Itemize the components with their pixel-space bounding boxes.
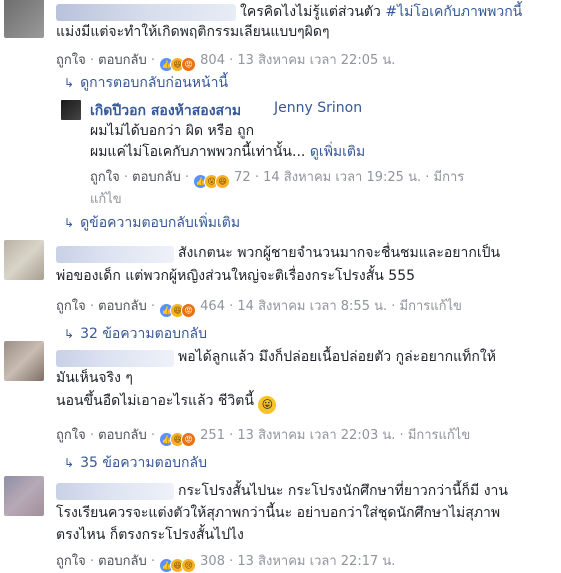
view-more-replies[interactable]: ↳ ดูข้อความตอบกลับเพิ่มเติม <box>64 212 240 234</box>
timestamp[interactable]: 13 สิงหาคม เวลา 22:17 น. <box>237 554 395 569</box>
reactions[interactable]: 👍 😆 😡 <box>159 431 197 447</box>
reaction-count[interactable]: 804 <box>200 53 225 68</box>
timestamp[interactable]: 13 สิงหาคม เวลา 22:03 น. <box>237 428 395 443</box>
like-link[interactable]: ถูกใจ <box>90 170 120 185</box>
comment-actions: ถูกใจ · ตอบกลับ · 👍 😆 😡 251 · 13 สิงหาคม เว… <box>56 424 470 447</box>
view-replies[interactable]: ↳ 35 ข้อความตอบกลับ <box>64 452 207 474</box>
comment-text-line: มันเห็นจริง ๆ <box>56 370 133 386</box>
comment-text: ใครคิดไงไม่รู้แต่ส่วนตัว #ไม่โอเคกับภาพพ… <box>240 4 523 20</box>
comment-text-line: สังเกตนะ พวกผู้ชายจำนวนมากจะชื่นชมและอยา… <box>178 245 501 261</box>
reply-link[interactable]: ตอบกลับ <box>98 554 147 569</box>
reply-link[interactable]: ตอบกลับ <box>132 170 181 185</box>
reply-text-line: ผมแค่ไม่โอเคกับภาพพวกนี้เท่านั้น... ดูเพ… <box>90 144 366 160</box>
edited-label[interactable]: มีการแก้ไข <box>408 428 470 443</box>
view-previous-replies[interactable]: ↳ ดูการตอบกลับก่อนหน้านี้ <box>64 72 228 94</box>
comment-text-line: กระโปรงสั้นไปนะ กระโปรงนักศึกษาที่ยาวกว่… <box>178 483 508 499</box>
sad-face-icon: 😢 <box>181 558 197 573</box>
angry-face-icon: 😡 <box>181 303 197 318</box>
avatar[interactable] <box>61 100 81 120</box>
mention-link[interactable]: Jenny Srinon <box>274 100 362 116</box>
comment-text-line: นอนขึ้นอืดไม่เอาอะไรแล้ว ชีวิตนี้ 😛 <box>56 391 277 414</box>
reply-arrow-icon: ↳ <box>64 327 75 341</box>
laughing-face-icon: 😆 <box>215 174 231 189</box>
like-link[interactable]: ถูกใจ <box>56 428 86 443</box>
timestamp[interactable]: 13 สิงหาคม เวลา 22:05 น. <box>237 53 395 68</box>
reactions[interactable]: 👍 😮 😆 <box>193 173 231 189</box>
reply-author-name[interactable]: เกิดปีวอก สองห้าสองสาม <box>90 100 241 122</box>
reaction-count[interactable]: 251 <box>200 428 225 443</box>
comment-text-line: โรงเรียนควรจะแต่งตัวให้สุภาพกว่านี้นะ อย… <box>56 505 501 521</box>
edited-label-wrap[interactable]: แก้ไข <box>90 188 122 209</box>
avatar[interactable] <box>4 240 44 280</box>
edited-label[interactable]: มีการแก้ไข <box>400 299 462 314</box>
angry-face-icon: 😡 <box>181 57 197 72</box>
reply-actions: ถูกใจ · ตอบกลับ · 👍 😮 😆 72 · 14 สิงหาคม เวล… <box>90 166 464 189</box>
edited-label[interactable]: มีการ <box>434 170 465 185</box>
see-more-link[interactable]: ดูเพิ่มเติม <box>310 144 365 160</box>
comment-actions: ถูกใจ · ตอบกลับ · 👍 😆 😡 804 · 13 สิงหาคม เว… <box>56 49 395 72</box>
like-link[interactable]: ถูกใจ <box>56 53 86 68</box>
blurred-author-name <box>56 4 236 21</box>
comment-actions: ถูกใจ · ตอบกลับ · 👍 😆 😢 308 · 13 สิงหาคม เว… <box>56 550 395 573</box>
timestamp[interactable]: 14 สิงหาคม เวลา 8:55 น. <box>237 299 387 314</box>
reactions[interactable]: 👍 😆 😢 <box>159 557 197 573</box>
comment-text-line: พ่อของเด็ก แต่พวกผู้หญิงส่วนใหญ่จะติเรื่… <box>56 268 416 284</box>
reactions[interactable]: 👍 😆 😡 <box>159 56 197 72</box>
avatar[interactable] <box>4 0 44 38</box>
blurred-author-name <box>56 246 174 263</box>
tongue-face-emoji: 😛 <box>258 396 277 414</box>
avatar[interactable] <box>4 476 44 516</box>
hashtag-link[interactable]: #ไม่โอเคกับภาพพวกนี้ <box>385 4 522 20</box>
reply-link[interactable]: ตอบกลับ <box>98 299 147 314</box>
reply-text-line: ผมไม่ได้บอกว่า ผิด หรือ ถูก <box>90 123 255 139</box>
timestamp[interactable]: 14 สิงหาคม เวลา 19:25 น. <box>263 170 421 185</box>
like-link[interactable]: ถูกใจ <box>56 554 86 569</box>
reply-arrow-icon: ↳ <box>64 456 75 470</box>
reactions[interactable]: 👍 😆 😡 <box>159 302 197 318</box>
blurred-author-name <box>56 350 174 367</box>
comment-text-line: แม่งมีแต่จะทำให้เกิดพฤติกรรมเลียนแบบๆผิด… <box>56 24 330 40</box>
comment-actions: ถูกใจ · ตอบกลับ · 👍 😆 😡 464 · 14 สิงหาคม เว… <box>56 295 462 318</box>
reply-link[interactable]: ตอบกลับ <box>98 53 147 68</box>
reply-arrow-icon: ↳ <box>64 216 75 230</box>
comment-text-line: พอได้ลูกแล้ว มึงก็ปล่อยเนื้อปล่อยตัว กูล… <box>178 349 496 365</box>
reply-arrow-icon: ↳ <box>64 76 75 90</box>
comment-text-line: ตรงไหน ก็ตรงกระโปรงสั้นไปไง <box>56 527 244 543</box>
avatar[interactable] <box>4 341 44 381</box>
reaction-count[interactable]: 72 <box>234 170 251 185</box>
reaction-count[interactable]: 308 <box>200 554 225 569</box>
reply-link[interactable]: ตอบกลับ <box>98 428 147 443</box>
like-link[interactable]: ถูกใจ <box>56 299 86 314</box>
reaction-count[interactable]: 464 <box>200 299 225 314</box>
angry-face-icon: 😡 <box>181 432 197 447</box>
view-replies[interactable]: ↳ 32 ข้อความตอบกลับ <box>64 323 207 345</box>
blurred-author-name <box>56 483 174 500</box>
